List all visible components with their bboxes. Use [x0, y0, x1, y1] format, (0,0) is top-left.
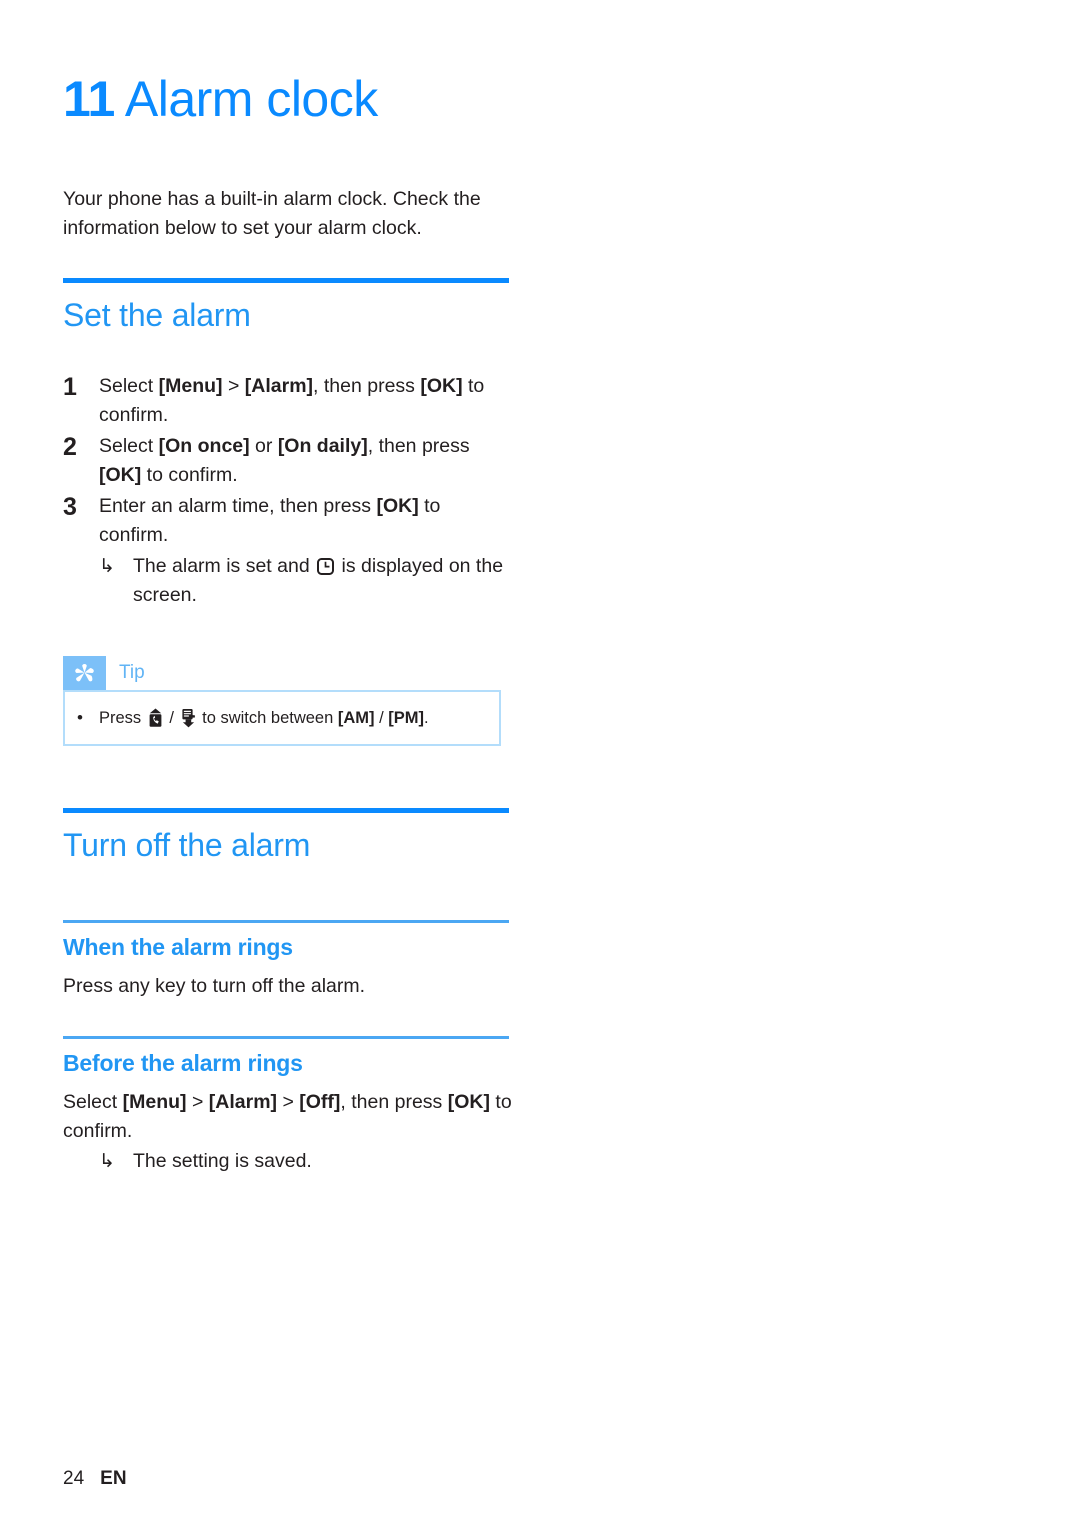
text-run: >	[186, 1090, 209, 1113]
tip-slash: /	[374, 709, 389, 727]
text-run: , then press	[367, 435, 470, 457]
list-item: 3 Enter an alarm time, then press [OK] t…	[63, 492, 515, 550]
chapter-number: 11	[63, 71, 115, 127]
pm-label: [PM]	[388, 709, 425, 727]
ui-token: [OK]	[99, 464, 142, 486]
clock-icon	[317, 555, 335, 575]
bullet-icon: •	[77, 708, 83, 727]
section-heading-set-alarm: Set the alarm	[63, 297, 251, 333]
result-text: The setting is saved.	[133, 1149, 312, 1172]
step-text: Select [Menu] > [Alarm], then press [OK]…	[99, 372, 515, 430]
chapter-title-text: Alarm clock	[124, 71, 378, 127]
before-alarm-rings-subsection: Before the alarm rings Select [Menu] > […	[63, 1036, 515, 1176]
manual-page: 11 Alarm clock Your phone has a built-in …	[0, 0, 1080, 1527]
subsection-rule-minor	[63, 1036, 509, 1039]
step-number: 2	[63, 433, 77, 461]
tip-body: • Press / to switch between [AM] / [PM].	[63, 690, 501, 746]
subsection-heading-when-alarm-rings: When the alarm rings	[63, 933, 293, 960]
tip-text: Press / to switch between [AM] / [PM].	[99, 706, 489, 730]
text-run: Select	[99, 435, 159, 457]
ui-token: [Off]	[299, 1090, 341, 1113]
tip-callout: Tip • Press / to switch between [AM] / […	[63, 656, 509, 746]
ui-token: [Alarm]	[208, 1090, 278, 1113]
when-alarm-rings-text: Press any key to turn off the alarm.	[63, 974, 366, 997]
step-result: ↳ The alarm is set and is displayed on t…	[99, 552, 515, 610]
subsection-rule-minor	[63, 920, 509, 923]
ui-token: [On daily]	[277, 435, 368, 457]
am-label: [AM]	[337, 709, 375, 727]
set-alarm-section-header: Set the alarm	[63, 278, 509, 335]
step-text: Select [On once] or [On daily], then pre…	[99, 432, 515, 490]
ui-token: [On once]	[158, 435, 250, 457]
text-run: >	[277, 1090, 300, 1113]
text-run: to confirm.	[141, 464, 238, 486]
asterisk-icon	[63, 656, 106, 690]
tip-separator: /	[164, 709, 179, 727]
text-run: or	[249, 435, 278, 457]
text-run: , then press	[313, 375, 421, 397]
down-menu-key-icon	[180, 708, 197, 728]
result-arrow-icon: ↳	[99, 1150, 115, 1172]
text-run: >	[222, 375, 245, 397]
text-run: Select	[99, 375, 159, 397]
tip-label: Tip	[106, 656, 509, 690]
ui-token: [OK]	[447, 1090, 490, 1113]
before-alarm-rings-text: Select [Menu] > [Alarm] > [Off], then pr…	[63, 1088, 515, 1146]
step-number: 1	[63, 373, 77, 401]
text-run: Enter an alarm time, then press	[99, 495, 377, 517]
section-rule-major	[63, 278, 509, 283]
section-rule-major	[63, 808, 509, 813]
footer-page-number: 24	[63, 1468, 85, 1489]
section-heading-turn-off-alarm: Turn off the alarm	[63, 827, 311, 863]
text-run: Select	[63, 1090, 123, 1113]
tip-period: .	[424, 709, 429, 727]
list-item: 2 Select [On once] or [On daily], then p…	[63, 432, 515, 490]
ui-token: [Menu]	[158, 375, 223, 397]
subsection-heading-before-alarm-rings: Before the alarm rings	[63, 1049, 303, 1076]
set-alarm-steps: 1 Select [Menu] > [Alarm], then press [O…	[63, 372, 515, 610]
ui-token: [OK]	[420, 375, 463, 397]
tip-text-before: Press	[99, 709, 146, 727]
step-number: 3	[63, 493, 77, 521]
when-alarm-rings-subsection: When the alarm rings Press any key to tu…	[63, 920, 515, 1001]
footer-language: EN	[100, 1468, 127, 1489]
step-text: Enter an alarm time, then press [OK] to …	[99, 492, 515, 550]
result-text-before: The alarm is set and	[133, 555, 316, 577]
up-call-key-icon	[147, 708, 164, 728]
tip-text-after-icons: to switch between	[197, 709, 338, 727]
tip-header: Tip	[63, 656, 509, 690]
page-title: 11 Alarm clock	[63, 70, 763, 128]
page-footer: 24 EN	[63, 1468, 127, 1490]
result-arrow-icon: ↳	[99, 556, 115, 577]
ui-token: [Alarm]	[244, 375, 314, 397]
turn-off-alarm-section-header: Turn off the alarm	[63, 808, 509, 865]
intro-paragraph: Your phone has a built-in alarm clock. C…	[63, 188, 481, 239]
text-run: , then press	[340, 1090, 448, 1113]
ui-token: [Menu]	[122, 1090, 187, 1113]
result-text: The alarm is set and is displayed on the…	[133, 552, 515, 610]
ui-token: [OK]	[376, 495, 419, 517]
list-item: 1 Select [Menu] > [Alarm], then press [O…	[63, 372, 515, 430]
step-result: ↳ The setting is saved.	[99, 1147, 515, 1176]
